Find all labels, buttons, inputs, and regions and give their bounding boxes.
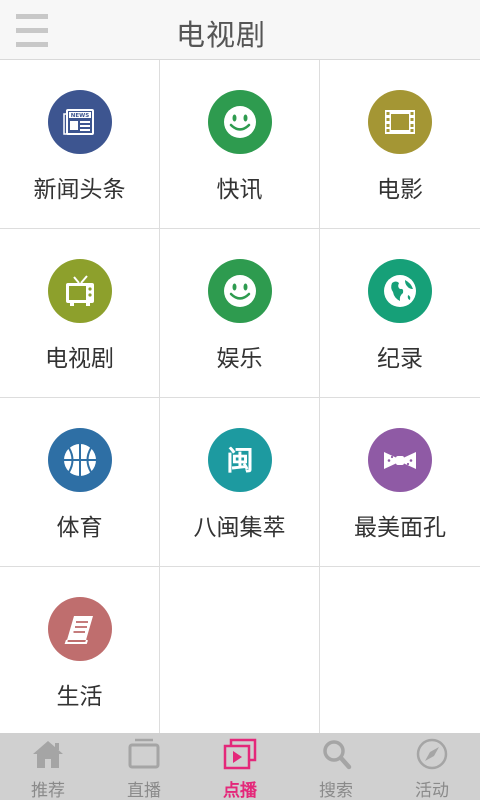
category-bamin-jicui[interactable]: 闽 八闽集萃 <box>160 398 320 567</box>
min-glyph: 闽 <box>227 446 254 477</box>
category-label: 生活 <box>56 684 103 710</box>
tv-icon <box>48 259 112 323</box>
bottom-tab-bar: 推荐 直播 点播 搜索 活动 <box>0 733 480 801</box>
empty-cell <box>160 567 320 733</box>
book-icon <box>48 597 112 661</box>
min-character-icon: 闽 <box>208 428 272 492</box>
category-label: 快讯 <box>216 177 263 203</box>
tab-live[interactable]: 直播 <box>96 733 192 801</box>
tab-label: 活动 <box>415 781 449 801</box>
tab-label: 点播 <box>223 781 257 801</box>
empty-cell <box>320 567 480 733</box>
category-label: 电影 <box>377 177 423 203</box>
category-life[interactable]: 生活 <box>0 567 160 733</box>
category-label: 体育 <box>56 515 103 541</box>
category-label: 新闻头条 <box>33 177 126 203</box>
category-news[interactable]: NEWS 新闻头条 <box>0 60 160 229</box>
home-icon <box>33 741 63 768</box>
page-title: 电视剧 <box>176 18 267 52</box>
newspaper-icon: NEWS <box>48 90 112 154</box>
category-label: 娱乐 <box>216 346 263 372</box>
play-vod-icon <box>223 738 257 770</box>
category-tv-series[interactable]: 电视剧 <box>0 229 160 398</box>
tab-label: 搜索 <box>319 781 353 801</box>
category-label: 纪录 <box>377 346 423 372</box>
category-movie[interactable]: 电影 <box>320 60 480 229</box>
category-flash-news[interactable]: 快讯 <box>160 60 320 229</box>
smiley-icon <box>208 90 272 154</box>
category-entertainment[interactable]: 娱乐 <box>160 229 320 398</box>
compass-icon <box>416 738 448 770</box>
category-grid: NEWS 新闻头条 快讯 电影 电视剧 娱乐 纪录 体育 闽 八闽集萃 最美面孔… <box>0 60 480 733</box>
globe-icon <box>368 259 432 323</box>
category-documentary[interactable]: 纪录 <box>320 229 480 398</box>
film-strip-icon <box>368 90 432 154</box>
svg-text:NEWS: NEWS <box>71 113 89 119</box>
basketball-icon <box>48 428 112 492</box>
tab-activity[interactable]: 活动 <box>384 733 480 801</box>
category-label: 八闽集萃 <box>193 515 286 541</box>
tab-label: 推荐 <box>31 781 65 801</box>
category-sports[interactable]: 体育 <box>0 398 160 567</box>
category-label: 最美面孔 <box>354 515 446 541</box>
hamburger-menu-icon[interactable] <box>16 14 48 48</box>
tab-recommend[interactable]: 推荐 <box>0 733 96 801</box>
search-icon <box>323 740 352 770</box>
tab-search[interactable]: 搜索 <box>288 733 384 801</box>
top-bar: 电视剧 <box>0 0 480 60</box>
category-label: 电视剧 <box>45 346 114 372</box>
tab-vod[interactable]: 点播 <box>192 733 288 801</box>
smiley-icon <box>208 259 272 323</box>
category-beautiful-faces[interactable]: 最美面孔 <box>320 398 480 567</box>
tv-live-icon <box>128 738 160 769</box>
bow-tie-icon <box>368 428 432 492</box>
tab-label: 直播 <box>127 781 161 801</box>
